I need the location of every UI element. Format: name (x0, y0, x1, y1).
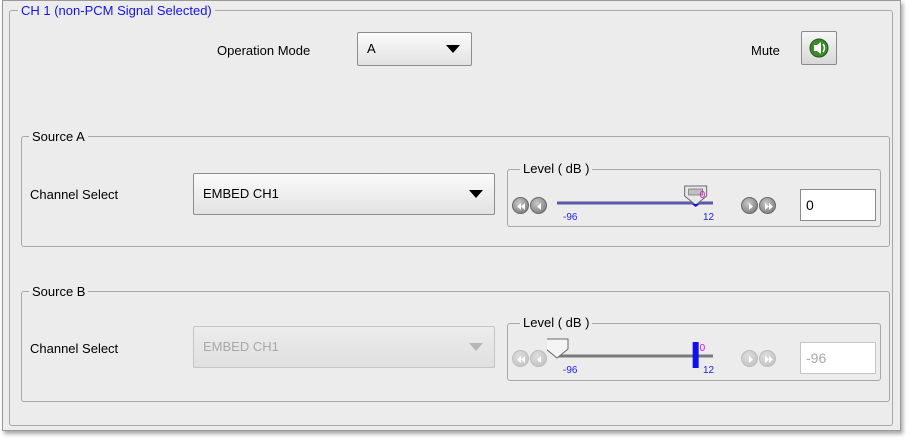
slider-zero-label: 0 (700, 190, 706, 201)
source-a-level-title: Level ( dB ) (520, 161, 593, 176)
source-a-level-input[interactable]: 0 (800, 189, 876, 221)
chevron-down-icon (469, 190, 483, 198)
forward-fast-icon (765, 203, 773, 210)
chevron-down-icon (469, 343, 483, 351)
source-a-channel-select-label: Channel Select (30, 187, 119, 202)
step-back-icon (537, 203, 541, 210)
step-forward-icon (749, 356, 753, 363)
slider-max-label: 12 (703, 212, 715, 223)
source-b-channel-select-value: EMBED CH1 (203, 339, 279, 354)
source-b-step-back-button[interactable] (530, 350, 547, 367)
slider-min-label: -96 (563, 212, 578, 223)
channel-panel: CH 1 (non-PCM Signal Selected) Operation… (2, 0, 901, 431)
source-a-title: Source A (29, 129, 88, 144)
rewind-fast-icon (517, 356, 525, 363)
operation-mode-dropdown[interactable]: A (357, 32, 472, 66)
source-a-level-slider[interactable]: -96 12 0 (547, 175, 737, 223)
slider-thumb-pointer (691, 204, 700, 207)
step-forward-icon (749, 203, 753, 210)
operation-mode-value: A (367, 41, 376, 56)
operation-mode-label: Operation Mode (217, 43, 311, 58)
chevron-down-icon (446, 45, 460, 53)
source-b-channel-select-label: Channel Select (30, 341, 119, 356)
slider-zero-label: 0 (700, 343, 706, 354)
slider-min-label: -96 (563, 365, 578, 376)
step-back-icon (537, 356, 541, 363)
forward-fast-icon (765, 356, 773, 363)
source-a-step-back-button[interactable] (530, 197, 547, 214)
source-b-level-input[interactable]: -96 (800, 342, 876, 374)
source-a-channel-select-dropdown[interactable]: EMBED CH1 (193, 173, 495, 215)
source-b-rewind-fast-button[interactable] (512, 350, 529, 367)
slider-max-label: 12 (703, 365, 715, 376)
source-b-level-slider[interactable]: -96 12 0 (547, 328, 737, 376)
speaker-mute-icon (809, 38, 829, 58)
source-a-rewind-fast-button[interactable] (512, 197, 529, 214)
mute-label: Mute (751, 43, 780, 58)
source-a-forward-fast-button[interactable] (759, 197, 776, 214)
source-a-step-forward-button[interactable] (741, 197, 758, 214)
rewind-fast-icon (517, 203, 525, 210)
mute-button[interactable] (801, 31, 837, 65)
zero-db-marker (692, 342, 699, 368)
source-b-title: Source B (29, 284, 89, 299)
source-a-channel-select-value: EMBED CH1 (203, 186, 279, 201)
source-b-forward-fast-button[interactable] (759, 350, 776, 367)
source-b-channel-select-dropdown[interactable]: EMBED CH1 (193, 326, 495, 368)
source-b-step-forward-button[interactable] (741, 350, 758, 367)
channel-title: CH 1 (non-PCM Signal Selected) (18, 3, 215, 18)
